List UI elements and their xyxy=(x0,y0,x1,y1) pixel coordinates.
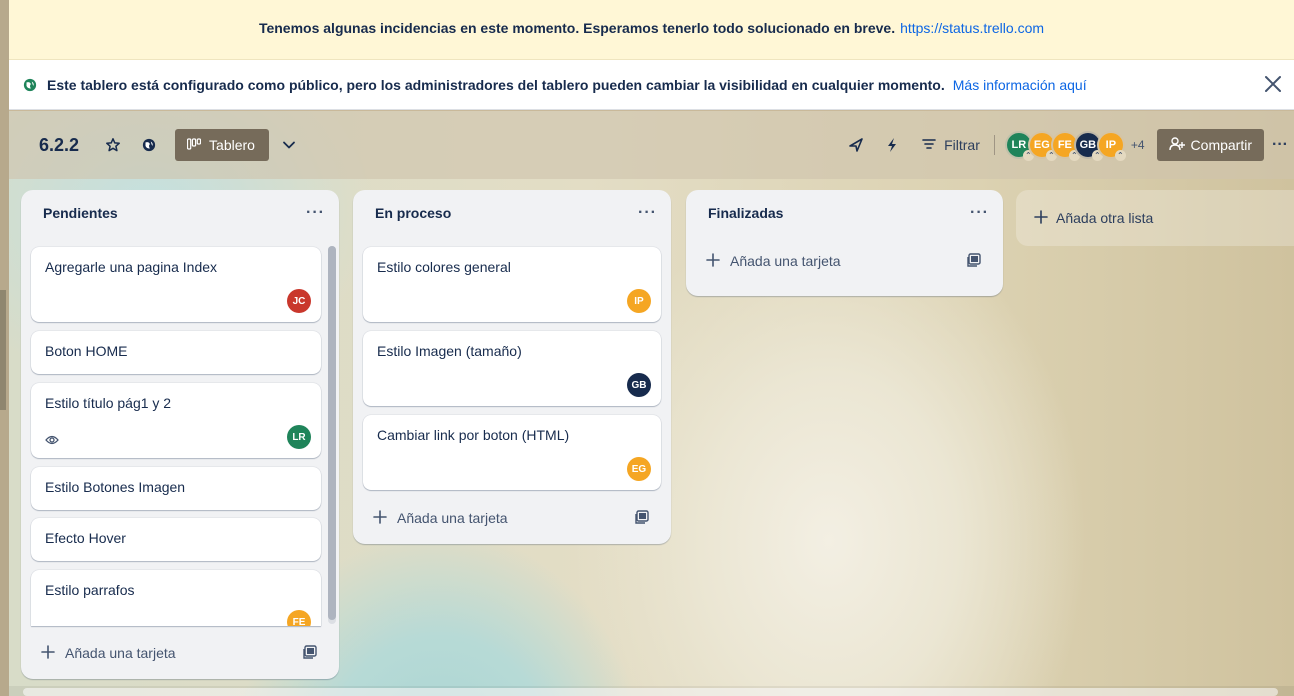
card-title: Agregarle una pagina Index xyxy=(45,259,218,275)
filter-button[interactable]: Filtrar xyxy=(912,129,990,161)
incident-alert-banner: Tenemos algunas incidencias en este mome… xyxy=(9,0,1294,60)
list-menu-button[interactable]: ··· xyxy=(306,204,325,222)
card[interactable]: Efecto Hover xyxy=(31,518,321,561)
card[interactable]: Cambiar link por boton (HTML) EG xyxy=(363,415,661,490)
add-person-icon xyxy=(1168,136,1185,154)
card-member-avatar[interactable]: GB xyxy=(627,373,651,397)
public-board-banner: Este tablero está configurado como públi… xyxy=(9,60,1294,110)
add-card-label: Añada una tarjeta xyxy=(730,253,841,269)
list-title[interactable]: En proceso xyxy=(375,205,451,221)
list-finalizadas: Finalizadas ··· Añada una tarjeta xyxy=(686,190,1003,296)
add-card-button[interactable]: Añada una tarjeta xyxy=(363,500,661,536)
list-menu-button[interactable]: ··· xyxy=(970,204,989,222)
board-header: 6.2.2 Tablero Filtrar LR ⌃ EG ⌃ FE ⌃ GB … xyxy=(9,111,1294,179)
list-title[interactable]: Pendientes xyxy=(43,205,118,221)
card-template-icon[interactable] xyxy=(967,253,981,267)
add-card-button[interactable]: Añada una tarjeta xyxy=(31,635,329,671)
card-title: Boton HOME xyxy=(45,343,128,359)
card-member-avatar[interactable]: LR xyxy=(287,425,311,449)
list-header: Pendientes ··· xyxy=(21,190,339,236)
left-edge xyxy=(0,0,9,696)
board-view-label: Tablero xyxy=(209,137,255,153)
close-icon[interactable] xyxy=(1262,73,1284,98)
chevron-down-icon[interactable] xyxy=(273,129,305,161)
card[interactable]: Estilo Imagen (tamaño) GB xyxy=(363,331,661,406)
filter-label: Filtrar xyxy=(944,137,980,153)
watch-eye-icon xyxy=(45,434,59,446)
board-title[interactable]: 6.2.2 xyxy=(39,135,79,156)
card-template-icon[interactable] xyxy=(635,510,649,524)
card-title: Estilo título pág1 y 2 xyxy=(45,395,172,411)
status-link[interactable]: https://status.trello.com xyxy=(900,20,1044,36)
card-template-icon[interactable] xyxy=(303,645,317,659)
add-list-button[interactable]: Añada otra lista xyxy=(1016,190,1294,246)
board-header-actions: Filtrar LR ⌃ EG ⌃ FE ⌃ GB ⌃ IP ⌃ +4 Compartir… xyxy=(840,129,1294,161)
board-view-button[interactable]: Tablero xyxy=(175,129,269,161)
board-view-icon xyxy=(186,137,202,153)
card-member-avatar[interactable]: FE xyxy=(287,610,311,626)
plus-icon xyxy=(373,509,387,527)
list-scroll-thumb[interactable] xyxy=(328,246,336,620)
list-title[interactable]: Finalizadas xyxy=(708,205,783,221)
share-button[interactable]: Compartir xyxy=(1156,129,1265,161)
board-members: LR ⌃ EG ⌃ FE ⌃ GB ⌃ IP ⌃ xyxy=(1004,131,1126,161)
card-title: Cambiar link por boton (HTML) xyxy=(377,427,570,443)
board-menu-button[interactable]: ··· xyxy=(1272,136,1288,154)
card-member-avatar[interactable]: IP xyxy=(627,289,651,313)
list-menu-button[interactable]: ··· xyxy=(638,204,657,222)
card[interactable]: Estilo título pág1 y 2 LR xyxy=(31,383,321,458)
card-title: Estilo Imagen (tamaño) xyxy=(377,343,522,359)
automation-icon[interactable] xyxy=(876,129,908,161)
add-card-button[interactable]: Añada una tarjeta xyxy=(696,243,993,279)
list-en-proceso: En proceso ··· Estilo colores general IP… xyxy=(353,190,671,544)
card-member-avatar[interactable]: JC xyxy=(287,289,311,313)
card[interactable]: Agregarle una pagina Index JC xyxy=(31,247,321,322)
card[interactable]: Boton HOME xyxy=(31,331,321,374)
card[interactable]: Estilo parrafos FE xyxy=(31,570,321,626)
card[interactable]: Estilo colores general IP xyxy=(363,247,661,322)
star-icon[interactable] xyxy=(97,129,129,161)
card[interactable]: Estilo Botones Imagen xyxy=(31,467,321,510)
list-scrollbar[interactable] xyxy=(328,246,336,624)
card-title: Estilo colores general xyxy=(377,259,511,275)
globe-icon xyxy=(23,78,37,92)
card-title: Estilo parrafos xyxy=(45,582,135,598)
power-ups-icon[interactable] xyxy=(840,129,872,161)
list-header: Finalizadas ··· xyxy=(686,190,1003,236)
header-divider xyxy=(993,135,995,155)
more-info-link[interactable]: Más información aquí xyxy=(953,77,1087,93)
left-edge-mark xyxy=(0,290,6,410)
card-title: Estilo Botones Imagen xyxy=(45,479,186,495)
card-member-avatar[interactable]: EG xyxy=(627,457,651,481)
plus-icon xyxy=(41,644,55,662)
incident-alert-message: Tenemos algunas incidencias en este mome… xyxy=(258,19,896,36)
add-card-label: Añada una tarjeta xyxy=(65,645,176,661)
list-pendientes: Pendientes ··· Agregarle una pagina Inde… xyxy=(21,190,339,679)
board-scroll-thumb[interactable] xyxy=(23,688,1278,696)
plus-icon xyxy=(1034,209,1048,227)
add-list-label: Añada otra lista xyxy=(1056,210,1154,226)
more-members-count[interactable]: +4 xyxy=(1131,138,1145,152)
board-canvas: 6.2.2 Tablero Filtrar LR ⌃ EG ⌃ FE ⌃ GB … xyxy=(9,111,1294,696)
public-board-message: Este tablero está configurado como públi… xyxy=(47,76,945,93)
filter-icon xyxy=(922,137,936,153)
add-card-label: Añada una tarjeta xyxy=(397,510,508,526)
member-avatar[interactable]: IP ⌃ xyxy=(1096,131,1126,161)
card-title: Efecto Hover xyxy=(45,530,126,546)
list-header: En proceso ··· xyxy=(353,190,671,236)
share-label: Compartir xyxy=(1190,137,1253,153)
board-horizontal-scrollbar[interactable] xyxy=(9,686,1294,696)
visibility-globe-icon[interactable] xyxy=(133,129,165,161)
plus-icon xyxy=(706,252,720,270)
